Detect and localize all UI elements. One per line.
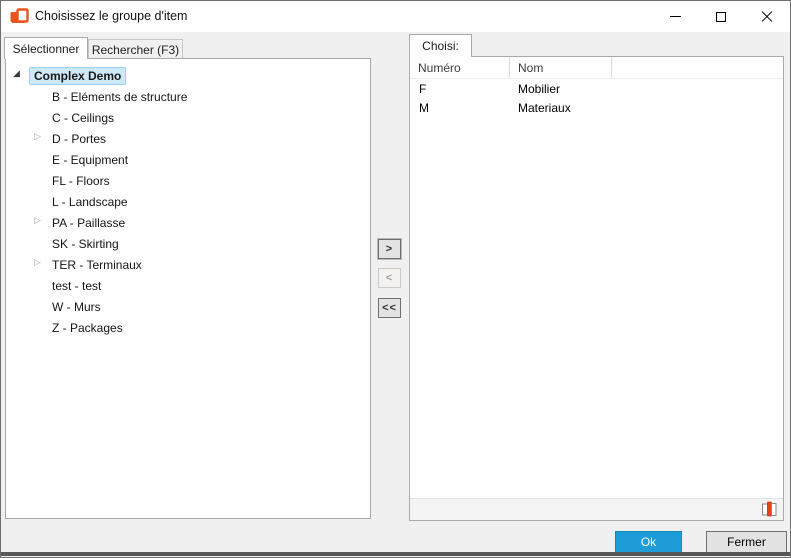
tree-item-c[interactable]: C - Ceilings xyxy=(6,107,370,128)
maximize-icon xyxy=(716,11,726,22)
column-header-numero[interactable]: Numéro xyxy=(410,57,510,78)
tree-root-complex-demo[interactable]: ◢ Complex Demo xyxy=(6,65,370,86)
tree-item-ter[interactable]: ▷ TER - Terminaux xyxy=(6,254,370,275)
minimize-icon xyxy=(669,16,681,17)
collapsed-triangle-icon[interactable]: ▷ xyxy=(34,131,41,142)
window-title: Choisissez le groupe d'item xyxy=(35,9,188,23)
remove-all-button[interactable]: << xyxy=(378,298,401,318)
tab-rechercher[interactable]: Rechercher (F3) xyxy=(88,39,183,59)
titlebar[interactable]: Choisissez le groupe d'item xyxy=(1,1,790,32)
close-button[interactable] xyxy=(744,1,790,32)
minimize-button[interactable] xyxy=(652,1,698,32)
column-header-empty[interactable] xyxy=(612,57,783,78)
app-icon xyxy=(10,8,29,23)
tree-item-e[interactable]: E - Equipment xyxy=(6,149,370,170)
tab-choisi: Choisi: xyxy=(409,34,472,57)
group-tree: ◢ Complex Demo B - Eléments de structure… xyxy=(6,59,370,338)
add-button[interactable]: > xyxy=(378,239,401,259)
tree-item-l[interactable]: L - Landscape xyxy=(6,191,370,212)
chosen-row-m[interactable]: M Materiaux xyxy=(410,98,783,117)
chosen-grid-header: Numéro Nom xyxy=(410,57,783,79)
tree-item-test[interactable]: test - test xyxy=(6,275,370,296)
tab-selectionner[interactable]: Sélectionner xyxy=(4,37,88,59)
close-icon xyxy=(761,11,773,23)
tree-item-sk[interactable]: SK - Skirting xyxy=(6,233,370,254)
expanded-triangle-icon[interactable]: ◢ xyxy=(13,68,20,79)
fermer-button[interactable]: Fermer xyxy=(706,531,787,553)
tree-item-pa[interactable]: ▷ PA - Paillasse xyxy=(6,212,370,233)
collapsed-triangle-icon[interactable]: ▷ xyxy=(34,215,41,226)
tree-root-label[interactable]: Complex Demo xyxy=(29,66,127,85)
ok-button[interactable]: Ok xyxy=(615,531,682,553)
remove-button[interactable]: < xyxy=(378,268,401,288)
group-tree-panel: ◢ Complex Demo B - Eléments de structure… xyxy=(5,58,371,519)
tree-item-b[interactable]: B - Eléments de structure xyxy=(6,86,370,107)
chosen-panel-footer xyxy=(410,498,783,520)
tree-item-fl[interactable]: FL - Floors xyxy=(6,170,370,191)
tree-item-w[interactable]: W - Murs xyxy=(6,296,370,317)
collapsed-triangle-icon[interactable]: ▷ xyxy=(34,257,41,268)
maximize-button[interactable] xyxy=(698,1,744,32)
bottom-edge-artifact xyxy=(1,552,790,556)
tree-item-d[interactable]: ▷ D - Portes xyxy=(6,128,370,149)
dialog-window: Choisissez le groupe d'item Sélectionner… xyxy=(0,0,791,558)
book-icon[interactable] xyxy=(760,501,778,517)
column-header-nom[interactable]: Nom xyxy=(510,57,612,78)
chosen-row-f[interactable]: F Mobilier xyxy=(410,79,783,98)
tree-item-z[interactable]: Z - Packages xyxy=(6,317,370,338)
chosen-panel: Numéro Nom F Mobilier M Materiaux xyxy=(409,56,784,521)
